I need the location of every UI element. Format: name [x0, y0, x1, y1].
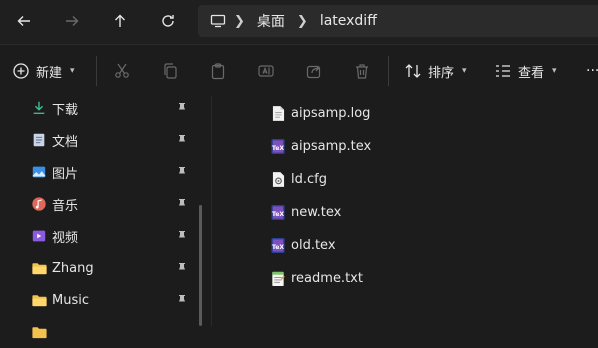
share-button[interactable]	[304, 55, 324, 87]
scissors-icon	[115, 63, 129, 78]
file-name: old.tex	[291, 237, 336, 253]
sidebar-item-music[interactable]: 音乐	[0, 188, 200, 220]
tex-file-icon: TeX	[270, 137, 286, 155]
sidebar-scrollbar[interactable]	[199, 205, 202, 326]
pin-icon[interactable]	[176, 134, 188, 146]
sort-button[interactable]: 排序 ▾	[404, 55, 467, 87]
text-file-icon	[270, 104, 286, 122]
chevron-down-icon: ▾	[552, 66, 557, 76]
new-label: 新建	[36, 65, 63, 81]
breadcrumb-separator: ❯	[296, 13, 308, 29]
sort-label: 排序	[428, 65, 455, 81]
address-box[interactable]: ❯ 桌面 ❯ latexdiff	[198, 5, 598, 37]
sidebar-item-pictures[interactable]: 图片	[0, 156, 200, 188]
sidebar-item-music-folder[interactable]: Music	[0, 284, 200, 316]
svg-text:TeX: TeX	[272, 243, 285, 250]
file-item-new-tex[interactable]: TeX new.tex	[270, 198, 341, 226]
sidebar-item-label: Zhang	[52, 260, 94, 276]
file-name: aipsamp.tex	[291, 138, 372, 154]
tex-file-icon: TeX	[270, 236, 286, 254]
pin-icon[interactable]	[176, 262, 188, 274]
sidebar-item-label: Music	[52, 292, 89, 308]
up-button[interactable]	[104, 5, 136, 37]
file-item-old-tex[interactable]: TeX old.tex	[270, 231, 336, 259]
chevron-down-icon: ▾	[462, 66, 467, 76]
command-bar: 新建 ▾ 排序 ▾ 查看 ▾ ···	[0, 44, 598, 97]
sidebar-item-label: 图片	[52, 166, 79, 182]
paste-button[interactable]	[208, 55, 228, 87]
svg-text:TeX: TeX	[272, 210, 285, 217]
svg-text:TeX: TeX	[272, 144, 285, 151]
up-arrow-icon	[115, 14, 125, 27]
notepad-file-icon	[270, 269, 286, 287]
copy-button[interactable]	[160, 55, 180, 87]
file-item-ld-cfg[interactable]: ld.cfg	[270, 165, 327, 193]
sidebar-item-label: 音乐	[52, 198, 79, 214]
navigation-pane: 下载 文档 图片 音乐 视频 Zhang Music	[0, 96, 205, 338]
file-item-aipsamp-tex[interactable]: TeX aipsamp.tex	[270, 132, 371, 160]
clipboard-icon	[211, 63, 225, 80]
toolbar-divider	[96, 56, 97, 86]
chevron-down-icon: ▾	[70, 66, 75, 76]
breadcrumb-latexdiff[interactable]: latexdiff	[316, 13, 381, 29]
forward-arrow-icon	[66, 16, 79, 26]
copy-icon	[164, 63, 177, 79]
view-label: 查看	[518, 65, 545, 81]
sidebar-item-label: 下载	[52, 102, 79, 118]
rename-icon	[258, 65, 274, 77]
document-icon	[30, 131, 48, 149]
new-button[interactable]: 新建 ▾	[12, 55, 75, 87]
sidebar-item-videos[interactable]: 视频	[0, 220, 200, 252]
download-icon	[30, 99, 48, 117]
back-button[interactable]	[8, 5, 40, 37]
sort-icon	[405, 64, 421, 78]
file-name: ld.cfg	[291, 171, 327, 187]
tex-file-icon: TeX	[270, 203, 286, 221]
folder-icon	[30, 291, 48, 309]
file-item-readme-txt[interactable]: readme.txt	[270, 264, 363, 292]
pin-icon[interactable]	[176, 294, 188, 306]
sidebar-item-downloads[interactable]: 下载	[0, 92, 200, 124]
pin-icon[interactable]	[176, 166, 188, 178]
cut-button[interactable]	[112, 55, 132, 87]
pin-icon[interactable]	[176, 198, 188, 210]
video-icon	[30, 227, 48, 245]
view-button[interactable]: 查看 ▾	[494, 55, 557, 87]
toolbar-divider	[388, 56, 389, 86]
back-arrow-icon	[17, 16, 30, 26]
rename-button[interactable]	[256, 55, 276, 87]
sidebar-item-documents[interactable]: 文档	[0, 124, 200, 156]
file-name: readme.txt	[291, 270, 363, 286]
folder-icon	[30, 259, 48, 277]
file-item-aipsamp-log[interactable]: aipsamp.log	[270, 99, 370, 127]
share-icon	[306, 65, 321, 79]
pane-divider[interactable]	[211, 96, 212, 326]
file-name: new.tex	[291, 204, 342, 220]
delete-button[interactable]	[352, 55, 372, 87]
refresh-button[interactable]	[152, 5, 184, 37]
add-circle-icon	[13, 63, 29, 79]
sidebar-item-partial[interactable]	[0, 316, 200, 348]
pin-icon[interactable]	[176, 102, 188, 114]
file-name: aipsamp.log	[291, 105, 371, 121]
config-file-icon	[270, 170, 286, 188]
breadcrumb-separator: ❯	[234, 13, 245, 29]
forward-button[interactable]	[56, 5, 88, 37]
more-options-icon: ···	[586, 63, 598, 79]
sidebar-item-label: 文档	[52, 134, 79, 150]
sidebar-item-label: 视频	[52, 230, 79, 246]
trash-icon	[356, 64, 368, 79]
pictures-icon	[30, 163, 48, 181]
monitor-icon	[198, 13, 226, 29]
more-options-button[interactable]: ···	[586, 55, 598, 87]
music-icon	[30, 195, 48, 213]
sidebar-item-zhang[interactable]: Zhang	[0, 252, 200, 284]
breadcrumb-desktop[interactable]: 桌面	[253, 11, 289, 31]
address-bar-row: ❯ 桌面 ❯ latexdiff	[0, 0, 598, 44]
refresh-icon	[162, 15, 174, 27]
pin-icon[interactable]	[176, 230, 188, 242]
view-list-icon	[496, 65, 510, 77]
